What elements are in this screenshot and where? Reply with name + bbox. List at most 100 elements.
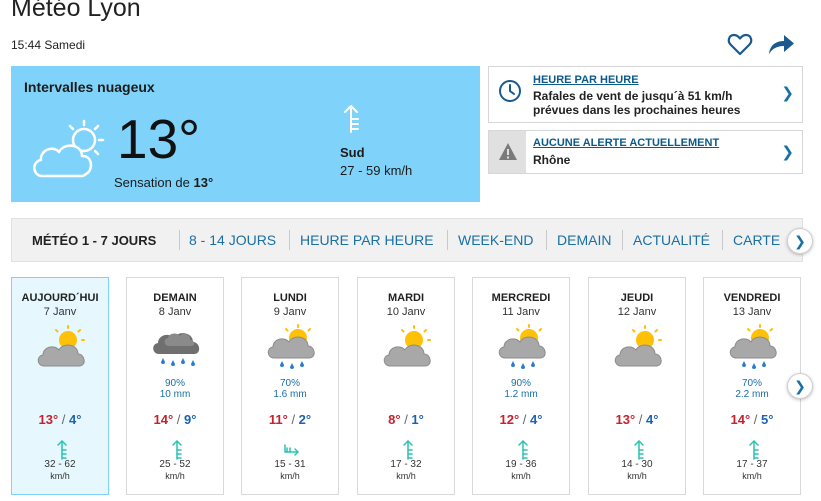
wind-arrow-icon [403, 440, 413, 460]
wind-arrow-icon [749, 440, 759, 460]
day-temperatures: 13° / 4° [12, 412, 108, 427]
wind-direction: Sud [340, 145, 365, 160]
temp-min: 4° [530, 412, 543, 427]
day-wind-speed: 17 - 32 [390, 459, 422, 470]
alert-region: Rhône [533, 153, 571, 167]
rain-amount: 10 mm [159, 389, 191, 400]
day-card[interactable]: JEUDI 12 Janv 13° / 4° 14 - 30 km/h [588, 277, 686, 495]
heart-icon[interactable] [727, 32, 753, 56]
hourly-text-line1: Rafales de vent de jusqu´à 51 km/h [533, 89, 733, 103]
rain-probability: 90% [510, 378, 531, 389]
day-temperatures: 12° / 4° [473, 412, 569, 427]
tab-actualite[interactable]: ACTUALITÉ [633, 232, 710, 248]
day-wind-unit: km/h [50, 471, 70, 481]
hourly-info-card[interactable]: HEURE PAR HEURE Rafales de vent de jusqu… [488, 66, 803, 123]
day-date: 7 Janv [43, 306, 77, 318]
chevron-right-icon: ❯ [794, 378, 806, 394]
day-temperatures: 13° / 4° [589, 412, 685, 427]
day-wind-unit: km/h [280, 471, 300, 481]
tab-separator [447, 230, 448, 250]
feels-like-value: 13° [193, 175, 214, 190]
day-wind-speed: 25 - 52 [159, 459, 191, 470]
tab-week-end[interactable]: WEEK-END [458, 232, 533, 248]
hourly-text-line2: prévues dans les prochaines heures [533, 103, 741, 117]
chevron-right-icon[interactable]: ❯ [781, 84, 794, 102]
rain-amount: 2.2 mm [735, 389, 769, 400]
page-subtitle: 15:44 Samedi [11, 38, 86, 52]
page-title: Météo Lyon [11, 0, 141, 22]
day-date: 13 Janv [732, 306, 772, 318]
day-card[interactable]: DEMAIN 8 Janv 90% 10 mm 14° / 9° 25 - 52 km/h [126, 277, 224, 495]
forecast-tabs: MÉTÉO 1 - 7 JOURS 8 - 14 JOURS HEURE PAR… [11, 218, 803, 262]
temp-min: 4° [646, 412, 659, 427]
day-name: JEUDI [620, 292, 654, 304]
temp-min: 2° [298, 412, 312, 427]
day-temperatures: 11° / 2° [242, 412, 338, 427]
day-wind-unit: km/h [165, 471, 185, 481]
day-card[interactable]: MERCREDI 11 Janv 90% 1.2 mm 12° / 4° 19 - 36 k… [472, 277, 570, 495]
day-wind-unit: km/h [627, 471, 647, 481]
day-name: MARDI [387, 292, 425, 304]
wind-arrow-icon [172, 440, 182, 460]
day-name: DEMAIN [153, 292, 197, 304]
temp-max: 14° [153, 412, 174, 427]
day-card[interactable]: LUNDI 9 Janv 70% 1.6 mm 11° / 2° 15 - 31 km/h [241, 277, 339, 495]
feels-like-label: Sensation de [114, 175, 194, 190]
alert-info-card[interactable]: AUCUNE ALERTE ACTUELLEMENT Rhône ❯ [488, 130, 803, 174]
hourly-link[interactable]: HEURE PAR HEURE [533, 74, 639, 86]
warning-icon [499, 143, 517, 160]
sun-rain-icon [729, 324, 777, 369]
day-name: AUJOURD´HUI [21, 292, 99, 304]
partly-cloudy-icon [33, 119, 105, 178]
tab-separator [289, 230, 290, 250]
tab-8-14-jours[interactable]: 8 - 14 JOURS [189, 232, 276, 248]
day-wind-speed: 17 - 37 [736, 459, 768, 470]
current-conditions-panel: Intervalles nuageux 13° Sensation de 13°… [11, 66, 480, 202]
temp-max: 13° [38, 412, 59, 427]
tab-separator [722, 230, 723, 250]
day-date: 8 Janv [158, 306, 192, 318]
sun-rain-icon [267, 324, 315, 369]
wind-arrow-icon [284, 444, 299, 456]
temp-min: 4° [69, 412, 82, 427]
day-wind-speed: 32 - 62 [44, 459, 76, 470]
temp-max: 12° [499, 412, 520, 427]
tab-heure-par-heure[interactable]: HEURE PAR HEURE [300, 232, 434, 248]
rain-amount: 1.6 mm [273, 389, 307, 400]
tab-separator [546, 230, 547, 250]
day-card[interactable]: MARDI 10 Janv 8° / 1° 17 - 32 km/h [357, 277, 455, 495]
chevron-right-icon[interactable]: ❯ [781, 143, 794, 161]
day-name: MERCREDI [491, 292, 551, 304]
day-wind-unit: km/h [742, 471, 762, 481]
tab-demain[interactable]: DEMAIN [557, 232, 611, 248]
day-wind-speed: 19 - 36 [505, 459, 537, 470]
tab-meteo-1-7-jours[interactable]: MÉTÉO 1 - 7 JOURS [32, 233, 156, 248]
temp-max: 13° [615, 412, 636, 427]
temp-separator: / [750, 412, 762, 427]
partly-cloudy-icon [614, 325, 662, 367]
alert-link[interactable]: AUCUNE ALERTE ACTUELLEMENT [533, 137, 719, 149]
day-temperatures: 14° / 9° [127, 412, 223, 427]
day-temperatures: 8° / 1° [358, 412, 454, 427]
rain-amount: 1.2 mm [504, 389, 538, 400]
temp-separator: / [400, 412, 412, 427]
temp-max: 8° [388, 412, 401, 427]
rain-cloud-icon [153, 333, 200, 366]
share-icon[interactable] [767, 32, 795, 56]
temp-max: 14° [730, 412, 751, 427]
day-date: 11 Janv [502, 306, 540, 318]
day-card[interactable]: AUJOURD´HUI 7 Janv 13° / 4° 32 - 62 km/h [11, 277, 109, 495]
day-wind-speed: 14 - 30 [621, 459, 653, 470]
temp-separator: / [519, 412, 531, 427]
tab-carte[interactable]: CARTE [733, 232, 780, 248]
current-condition: Intervalles nuageux [24, 79, 155, 95]
tabs-next-button[interactable]: ❯ [787, 228, 813, 254]
clock-icon [499, 80, 521, 102]
temp-max: 11° [268, 412, 288, 427]
wind-arrow-icon [344, 105, 359, 133]
days-next-button[interactable]: ❯ [787, 373, 813, 399]
day-name: LUNDI [273, 292, 307, 304]
wind-arrow-icon [634, 440, 644, 460]
day-temperatures: 14° / 5° [704, 412, 800, 427]
day-name: VENDREDI [723, 292, 781, 304]
